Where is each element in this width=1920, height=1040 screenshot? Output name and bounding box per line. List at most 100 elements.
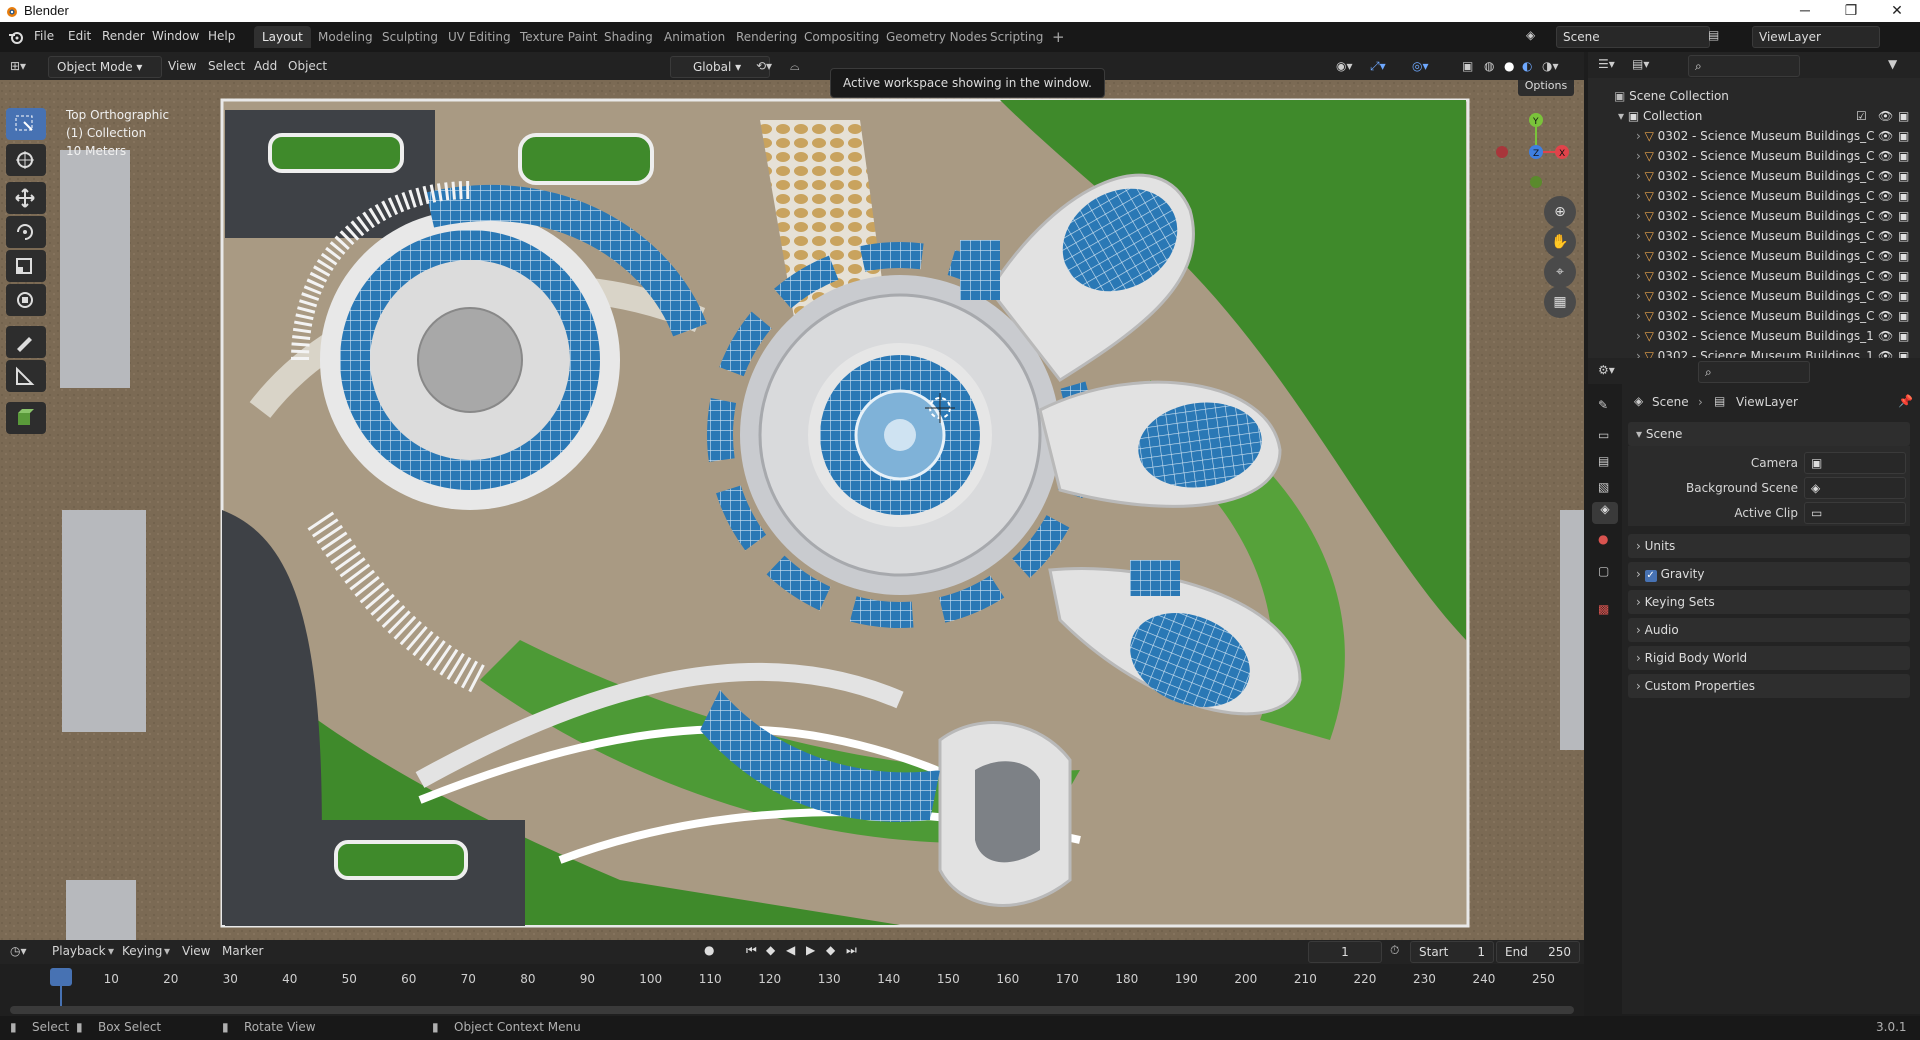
expand-arrow-icon[interactable]: › bbox=[1636, 169, 1645, 183]
tool-tab-icon[interactable]: ✎ bbox=[1598, 398, 1608, 412]
outliner-object-row[interactable]: › ▽ 0302 - Science Museum Buildings_C 👁 ▣ bbox=[1588, 186, 1920, 206]
outliner-object-row[interactable]: › ▽ 0302 - Science Museum Buildings_C 👁 ▣ bbox=[1588, 166, 1920, 186]
playhead[interactable] bbox=[50, 968, 72, 986]
panel-gravity[interactable]: › ✓ Gravity bbox=[1628, 562, 1910, 586]
viewport-menu-select[interactable]: Select bbox=[208, 56, 245, 76]
ortho-toggle-icon[interactable]: ▦ bbox=[1544, 286, 1576, 318]
xray-icon[interactable]: ▣ bbox=[1462, 56, 1473, 76]
mode-selector[interactable]: Object Mode ▾ bbox=[48, 56, 162, 78]
outliner-row-collection[interactable]: ▾ ▣ Collection ☑ 👁 ▣ bbox=[1588, 106, 1920, 126]
timeline-menu-view[interactable]: View bbox=[182, 944, 210, 958]
expand-arrow-icon[interactable]: ▾ bbox=[1618, 109, 1628, 123]
visibility-eye-icon[interactable]: 👁 bbox=[1878, 166, 1893, 186]
exclude-checkbox[interactable]: ☑ bbox=[1856, 106, 1867, 126]
render-tab-icon[interactable]: ▭ bbox=[1598, 428, 1609, 442]
background-scene-field[interactable]: ◈ bbox=[1804, 477, 1906, 499]
panel-rigid-body-world[interactable]: › Rigid Body World bbox=[1628, 646, 1910, 670]
render-camera-icon[interactable]: ▣ bbox=[1898, 106, 1909, 126]
add-cube-tool[interactable] bbox=[6, 402, 46, 434]
timeline-menu-keying[interactable]: Keying bbox=[122, 944, 162, 958]
viewport-menu-object[interactable]: Object bbox=[288, 56, 327, 76]
visibility-eye-icon[interactable]: 👁 bbox=[1878, 326, 1893, 346]
visibility-eye-icon[interactable]: 👁 bbox=[1878, 186, 1893, 206]
options-button[interactable]: Options bbox=[1518, 80, 1574, 96]
close-button[interactable]: ✕ bbox=[1874, 0, 1920, 22]
jump-end-icon[interactable]: ⏭ bbox=[846, 943, 857, 958]
end-frame-field[interactable]: End 250 bbox=[1496, 941, 1580, 963]
outliner-search-input[interactable]: ⌕ bbox=[1688, 55, 1800, 77]
tab-animation[interactable]: Animation bbox=[656, 26, 733, 48]
expand-arrow-icon[interactable]: › bbox=[1636, 209, 1645, 223]
display-mode-icon[interactable]: ▤▾ bbox=[1632, 57, 1649, 71]
shading-rendered-icon[interactable]: ◑▾ bbox=[1542, 56, 1559, 76]
tab-compositing[interactable]: Compositing bbox=[796, 26, 887, 48]
menu-file[interactable]: File bbox=[34, 29, 54, 43]
tab-shading[interactable]: Shading bbox=[596, 26, 661, 48]
outliner-object-row[interactable]: › ▽ 0302 - Science Museum Buildings_C 👁 ▣ bbox=[1588, 146, 1920, 166]
expand-arrow-icon[interactable]: › bbox=[1636, 329, 1645, 343]
maximize-button[interactable]: ❐ bbox=[1828, 0, 1874, 22]
transform-tool[interactable] bbox=[6, 284, 46, 316]
timeline-menu-marker[interactable]: Marker bbox=[222, 944, 263, 958]
panel-custom-properties[interactable]: › Custom Properties bbox=[1628, 674, 1910, 698]
overlay-icon[interactable]: ◎▾ bbox=[1412, 56, 1429, 76]
panel-audio[interactable]: › Audio bbox=[1628, 618, 1910, 642]
visibility-eye-icon[interactable]: 👁 bbox=[1878, 226, 1893, 246]
move-tool[interactable] bbox=[6, 182, 46, 214]
viewlayer-selector[interactable]: ViewLayer bbox=[1752, 26, 1880, 48]
visibility-eye-icon[interactable]: 👁 bbox=[1878, 266, 1893, 286]
panel-keying-sets[interactable]: › Keying Sets bbox=[1628, 590, 1910, 614]
cursor-tool[interactable] bbox=[6, 144, 46, 176]
panel-units[interactable]: › Units bbox=[1628, 534, 1910, 558]
menu-edit[interactable]: Edit bbox=[68, 29, 91, 43]
editor-type-icon[interactable]: ⊞▾ bbox=[10, 56, 40, 76]
minimize-button[interactable]: ─ bbox=[1782, 0, 1828, 22]
visibility-icon[interactable]: ◉▾ bbox=[1336, 56, 1353, 76]
scene-tab-icon[interactable]: ◈ bbox=[1592, 502, 1618, 524]
texture-tab-icon[interactable]: ▩ bbox=[1598, 602, 1609, 616]
render-camera-icon[interactable]: ▣ bbox=[1898, 246, 1909, 266]
visibility-eye-icon[interactable]: 👁 bbox=[1878, 106, 1893, 126]
render-camera-icon[interactable]: ▣ bbox=[1898, 306, 1909, 326]
timeline-editor-icon[interactable]: ◷▾ bbox=[10, 944, 27, 958]
blender-menu-icon[interactable] bbox=[8, 29, 24, 45]
next-keyframe-icon[interactable]: ◆ bbox=[826, 943, 835, 957]
current-frame-field[interactable]: 1 bbox=[1308, 941, 1382, 963]
outliner-editor-icon[interactable]: ☰▾ bbox=[1598, 57, 1615, 71]
tab-rendering[interactable]: Rendering bbox=[728, 26, 805, 48]
pin-icon[interactable]: 📌 bbox=[1898, 394, 1913, 408]
jump-start-icon[interactable]: ⏮ bbox=[746, 943, 757, 958]
expand-arrow-icon[interactable]: › bbox=[1636, 189, 1645, 203]
play-icon[interactable]: ▶ bbox=[806, 943, 815, 957]
select-box-tool[interactable] bbox=[6, 108, 46, 140]
viewport-menu-add[interactable]: Add bbox=[254, 56, 277, 76]
visibility-eye-icon[interactable]: 👁 bbox=[1878, 246, 1893, 266]
prev-keyframe-icon[interactable]: ◆ bbox=[766, 943, 775, 957]
properties-editor-icon[interactable]: ⚙▾ bbox=[1598, 363, 1615, 377]
visibility-eye-icon[interactable]: 👁 bbox=[1878, 286, 1893, 306]
timeline-scrollbar[interactable] bbox=[10, 1006, 1574, 1014]
outliner-object-row[interactable]: › ▽ 0302 - Science Museum Buildings_1 👁 ▣ bbox=[1588, 326, 1920, 346]
outliner-object-row[interactable]: › ▽ 0302 - Science Museum Buildings_C 👁 ▣ bbox=[1588, 266, 1920, 286]
outliner-object-row[interactable]: › ▽ 0302 - Science Museum Buildings_C 👁 ▣ bbox=[1588, 246, 1920, 266]
snap-icon[interactable]: ⌓ bbox=[790, 56, 800, 76]
visibility-eye-icon[interactable]: 👁 bbox=[1878, 146, 1893, 166]
render-camera-icon[interactable]: ▣ bbox=[1898, 126, 1909, 146]
outliner-object-row[interactable]: › ▽ 0302 - Science Museum Buildings_C 👁 ▣ bbox=[1588, 286, 1920, 306]
measure-tool[interactable] bbox=[6, 360, 46, 392]
scene-selector[interactable]: Scene bbox=[1556, 26, 1710, 48]
camera-view-icon[interactable]: ⌖ bbox=[1544, 256, 1576, 288]
outliner-row-scene-collection[interactable]: ▣ Scene Collection bbox=[1588, 86, 1920, 106]
outliner-object-row[interactable]: › ▽ 0302 - Science Museum Buildings_C 👁 ▣ bbox=[1588, 126, 1920, 146]
pan-icon[interactable]: ✋ bbox=[1544, 226, 1576, 258]
view-layer-tab-icon[interactable]: ▧ bbox=[1598, 480, 1609, 494]
world-tab-icon[interactable]: ● bbox=[1598, 532, 1608, 546]
render-camera-icon[interactable]: ▣ bbox=[1898, 266, 1909, 286]
play-reverse-icon[interactable]: ◀ bbox=[786, 943, 795, 957]
tab-layout[interactable]: Layout bbox=[254, 26, 311, 48]
gizmo-icon[interactable]: ⤢▾ bbox=[1370, 56, 1386, 76]
shading-solid-icon[interactable]: ● bbox=[1504, 56, 1514, 76]
zoom-icon[interactable]: ⊕ bbox=[1544, 196, 1576, 228]
tab-sculpting[interactable]: Sculpting bbox=[374, 26, 446, 48]
expand-arrow-icon[interactable]: › bbox=[1636, 289, 1645, 303]
